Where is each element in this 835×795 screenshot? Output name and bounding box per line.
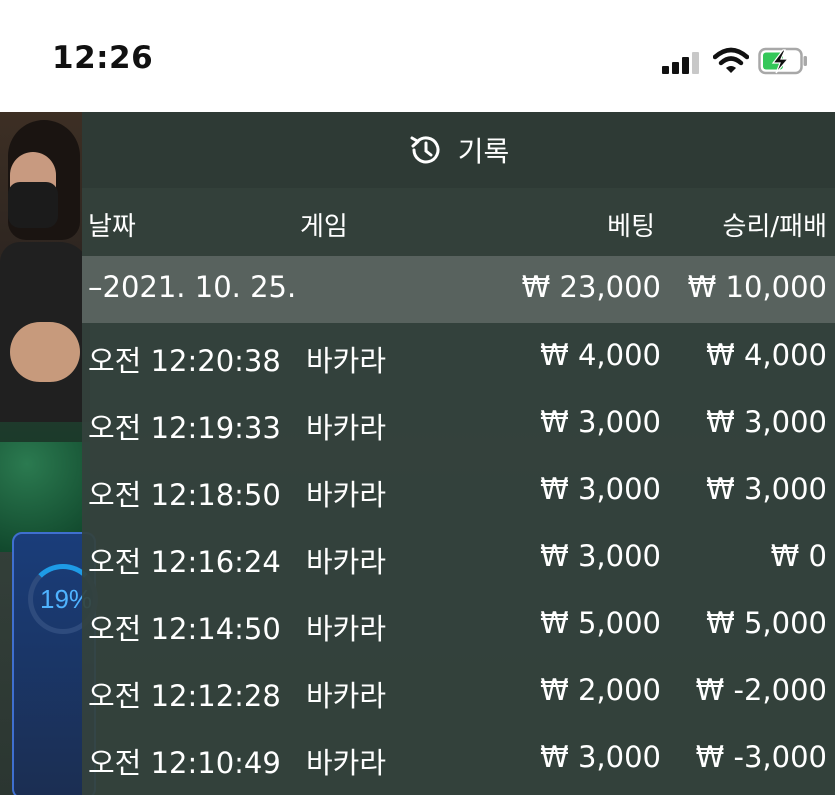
row-bet: ₩ 3,000 [540,539,661,573]
history-panel: 기록 날짜 게임 베팅 승리/패배 –2021. 10. 25. ₩ 23,00… [82,112,835,795]
row-time: 오전 12:19:33 [88,411,281,445]
history-rows: 오전 12:20:38 바카라 ₩ 4,000 ₩ 4,000 오전 12:19… [82,323,835,792]
row-result: ₩ 5,000 [706,606,827,640]
history-header: 기록 [82,112,835,188]
row-result: ₩ -2,000 [695,673,827,707]
column-header-result: 승리/패배 [722,212,827,242]
row-game: 바카라 [306,746,387,780]
row-game: 바카라 [306,545,387,579]
row-game: 바카라 [306,679,387,713]
row-bet: ₩ 3,000 [540,740,661,774]
row-bet: ₩ 2,000 [540,673,661,707]
cellular-signal-icon [662,50,702,74]
history-row[interactable]: 오전 12:12:28 바카라 ₩ 2,000 ₩ -2,000 [82,658,835,725]
history-clock-icon [410,136,440,164]
row-time: 오전 12:10:49 [88,746,281,780]
history-row[interactable]: 오전 12:19:33 바카라 ₩ 3,000 ₩ 3,000 [82,390,835,457]
row-bet: ₩ 5,000 [540,606,661,640]
date-group-label: –2021. 10. 25. [88,270,297,304]
dealer-video [0,112,90,552]
row-time: 오전 12:14:50 [88,612,281,646]
history-row[interactable]: 오전 12:14:50 바카라 ₩ 5,000 ₩ 5,000 [82,591,835,658]
date-group-bet-total: ₩ 23,000 [521,270,661,304]
date-group-row[interactable]: –2021. 10. 25. ₩ 23,000 ₩ 10,000 [82,256,835,323]
status-bar: 12:26 [0,0,835,112]
history-row[interactable]: 오전 12:20:38 바카라 ₩ 4,000 ₩ 4,000 [82,323,835,390]
row-time: 오전 12:20:38 [88,344,281,378]
date-group-result-total: ₩ 10,000 [687,270,827,304]
history-row[interactable]: 오전 12:18:50 바카라 ₩ 3,000 ₩ 3,000 [82,457,835,524]
history-row[interactable]: 오전 12:10:49 바카라 ₩ 3,000 ₩ -3,000 [82,725,835,792]
row-result: ₩ 3,000 [706,405,827,439]
history-row[interactable]: 오전 12:16:24 바카라 ₩ 3,000 ₩ 0 [82,524,835,591]
row-game: 바카라 [306,612,387,646]
wifi-icon [713,47,749,73]
row-result: ₩ 3,000 [706,472,827,506]
column-header-row: 날짜 게임 베팅 승리/패배 [82,188,835,256]
row-result: ₩ 4,000 [706,338,827,372]
row-game: 바카라 [306,344,387,378]
row-game: 바카라 [306,411,387,445]
history-title: 기록 [457,135,510,168]
battery-charging-icon [758,47,807,75]
row-time: 오전 12:16:24 [88,545,281,579]
column-header-date: 날짜 [88,212,136,242]
column-header-bet: 베팅 [607,212,655,242]
row-game: 바카라 [306,478,387,512]
row-bet: ₩ 3,000 [540,472,661,506]
column-header-game: 게임 [300,212,348,242]
row-result: ₩ 0 [770,539,827,573]
row-time: 오전 12:18:50 [88,478,281,512]
row-bet: ₩ 4,000 [540,338,661,372]
row-result: ₩ -3,000 [695,740,827,774]
row-bet: ₩ 3,000 [540,405,661,439]
status-time: 12:26 [52,40,154,76]
row-time: 오전 12:12:28 [88,679,281,713]
